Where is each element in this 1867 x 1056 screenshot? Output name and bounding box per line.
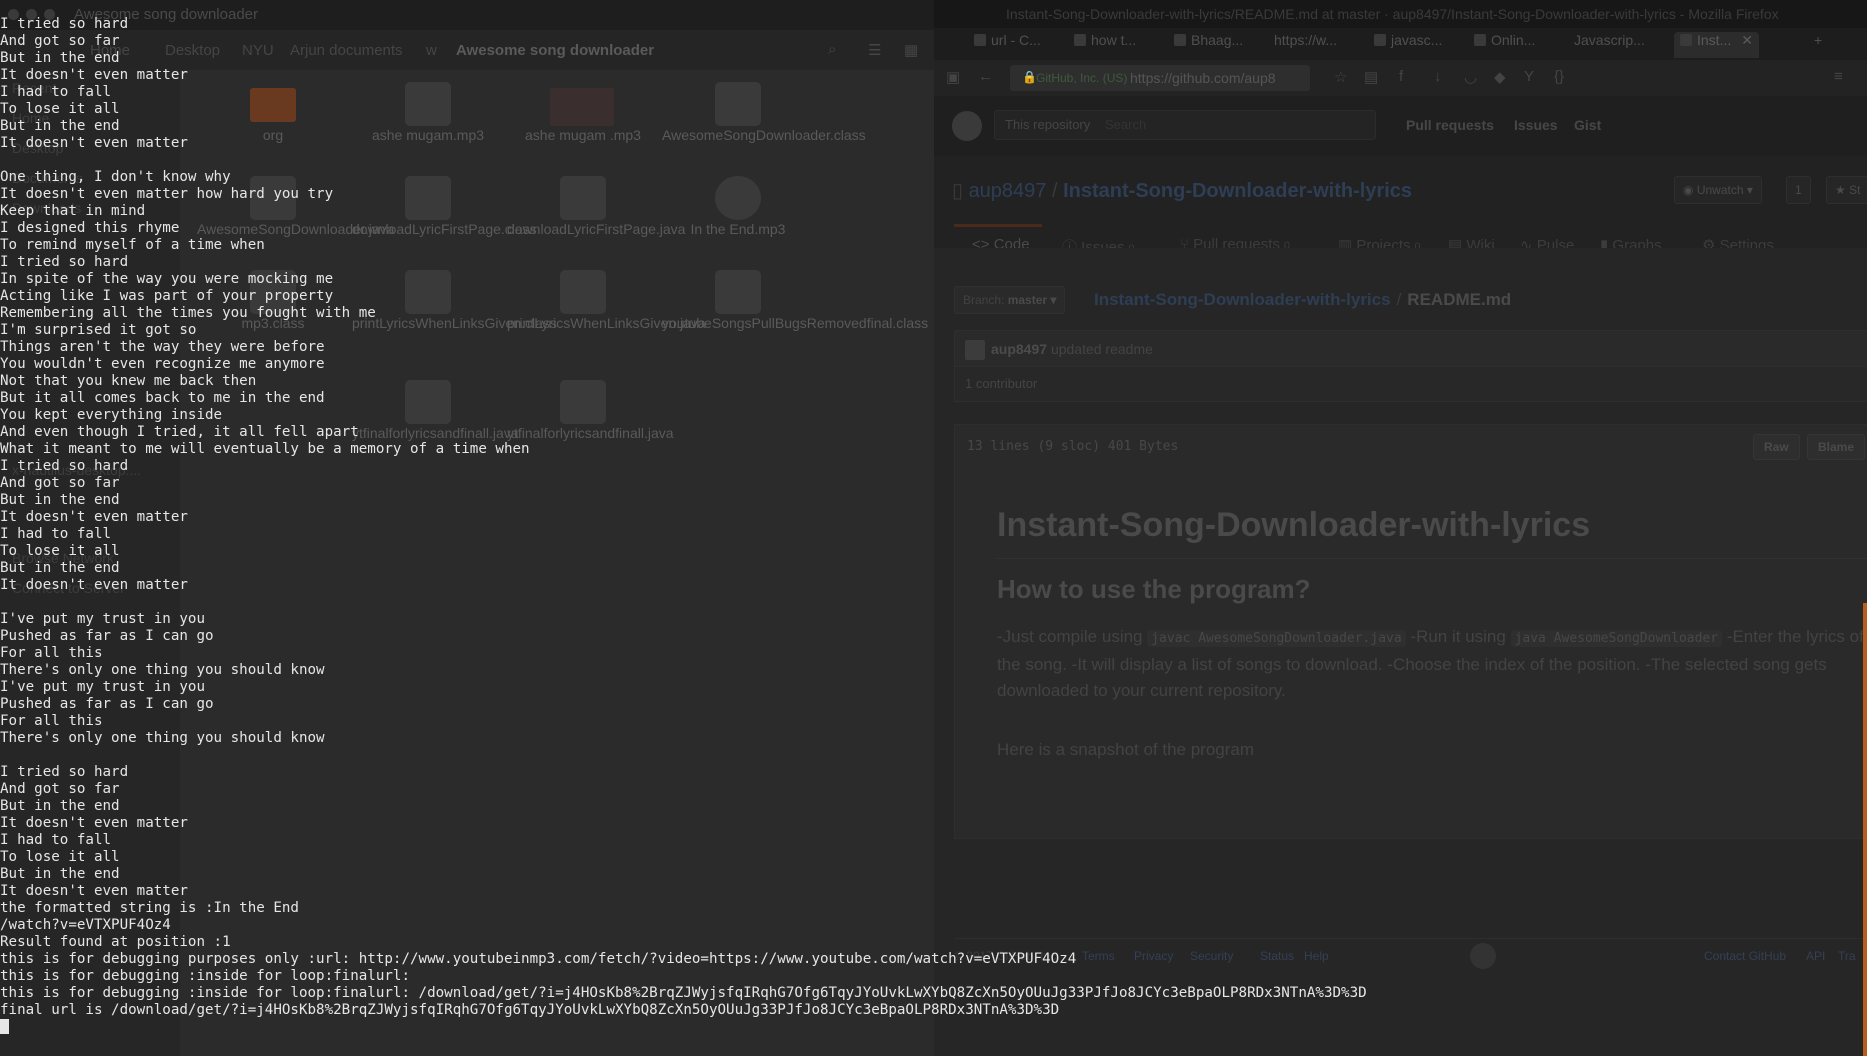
terminal-line: What it meant to me will eventually be a… [0, 441, 530, 457]
unwatch-label: Unwatch ▾ [1696, 183, 1753, 197]
terminal-line: And even though I tried, it all fell apa… [0, 424, 359, 440]
tab-label: Onlin... [1491, 32, 1536, 48]
json-icon[interactable]: {} [1554, 68, 1564, 85]
terminal-line: It doesn't even matter [0, 135, 188, 151]
terminal-line: For all this [0, 645, 103, 661]
terminal-line: I tried so hard [0, 458, 129, 474]
terminal-line: It doesn't even matter [0, 577, 188, 593]
terminal-line: Things aren't the way they were before [0, 339, 325, 355]
terminal-line: There's only one thing you should know [0, 730, 325, 746]
terminal-line: To remind myself of a time when [0, 237, 265, 253]
star-icon: ★ [1835, 183, 1850, 197]
terminal-line: Not that you knew me back then [0, 373, 257, 389]
browser-tab-active[interactable]: Inst... ✕ [1674, 32, 1759, 58]
terminal-line: I had to fall [0, 832, 112, 848]
terminal-line: final url is /download/get/?i=j4HOsKb8%2… [0, 1002, 1060, 1018]
nav-issues[interactable]: Issues [1514, 117, 1558, 133]
terminal-line: It doesn't even matter [0, 815, 188, 831]
terminal-line: I had to fall [0, 84, 112, 100]
inline-code: java AwesomeSongDownloader [1510, 630, 1723, 647]
star-button[interactable]: ★ St [1826, 176, 1867, 204]
terminal-line: You wouldn't even recognize me anymore [0, 356, 325, 372]
terminal-line: It doesn't even matter [0, 883, 188, 899]
terminal-line: For all this [0, 713, 103, 729]
terminal-line: It doesn't even matter [0, 509, 188, 525]
extension-icon[interactable]: ◆ [1494, 68, 1506, 86]
close-tab-icon[interactable]: ✕ [1741, 32, 1753, 48]
terminal-line: It doesn't even matter [0, 67, 188, 83]
blame-button[interactable]: Blame [1807, 434, 1866, 460]
watch-count[interactable]: 1 [1786, 176, 1811, 204]
terminal-cursor[interactable] [0, 1019, 9, 1034]
raw-button[interactable]: Raw [1753, 434, 1800, 460]
terminal-line: But in the end [0, 798, 120, 814]
terminal-line: Pushed as far as I can go [0, 628, 214, 644]
star-label: St [1849, 183, 1861, 197]
terminal-line: this is for debugging :inside for loop:f… [0, 985, 1367, 1001]
footer-link-api[interactable]: API [1806, 949, 1825, 963]
terminal-line: Remembering all the times you fought wit… [0, 305, 376, 321]
terminal-line: And got so far [0, 33, 120, 49]
terminal-line: Keep that in mind [0, 203, 146, 219]
terminal-line: You kept everything inside [0, 407, 223, 423]
terminal-line: In spite of the way you were mocking me [0, 271, 334, 287]
terminal-line: I tried so hard [0, 254, 129, 270]
terminal-line: Pushed as far as I can go [0, 696, 214, 712]
nav-gist[interactable]: Gist [1574, 117, 1601, 133]
terminal-line: And got so far [0, 781, 120, 797]
terminal-line: Acting like I was part of your property [0, 288, 334, 304]
terminal-line: I'm surprised it got so [0, 322, 197, 338]
terminal-line: But it all comes back to me in the end [0, 390, 325, 406]
browser-tab[interactable]: Javascrip... [1574, 32, 1645, 58]
terminal-line: One thing, I don't know why [0, 169, 231, 185]
terminal-line: But in the end [0, 560, 120, 576]
terminal-line: the formatted string is :In the End [0, 900, 299, 916]
terminal-line: But in the end [0, 118, 120, 134]
unwatch-button[interactable]: ◉ Unwatch ▾ [1674, 176, 1762, 204]
terminal-cursor-line[interactable] [0, 1019, 1480, 1036]
terminal-line: But in the end [0, 50, 120, 66]
browser-tab[interactable]: Onlin... [1474, 32, 1535, 58]
terminal-line: To lose it all [0, 849, 120, 865]
terminal-line: this is for debugging :inside for loop:f… [0, 968, 410, 984]
terminal-line: And got so far [0, 475, 120, 491]
scrollbar-edge[interactable] [1863, 603, 1867, 1056]
footer-link-training[interactable]: Tra [1838, 949, 1856, 963]
terminal-line: But in the end [0, 866, 120, 882]
terminal-line: this is for debugging purposes only :url… [0, 951, 1077, 967]
terminal-line: I had to fall [0, 526, 112, 542]
terminal-line: It doesn't even matter how hard you try [0, 186, 334, 202]
eye-icon: ◉ [1683, 183, 1697, 197]
tab-label: Javascrip... [1574, 32, 1645, 48]
terminal-line: I designed this rhyme [0, 220, 180, 236]
terminal-output[interactable]: I tried so hard And got so far But in th… [0, 16, 1480, 1056]
terminal-line: To lose it all [0, 543, 120, 559]
terminal-line: /watch?v=eVTXPUF4Oz4 [0, 917, 171, 933]
terminal-line: But in the end [0, 492, 120, 508]
github-icon [1680, 34, 1692, 46]
footer-link-contact[interactable]: Contact GitHub [1704, 949, 1786, 963]
new-tab-icon[interactable]: + [1814, 32, 1822, 58]
terminal-line: Result found at position :1 [0, 934, 231, 950]
tab-label: Inst... [1697, 32, 1732, 48]
terminal-line: I tried so hard [0, 764, 129, 780]
terminal-line: There's only one thing you should know [0, 662, 325, 678]
terminal-line: I've put my trust in you [0, 679, 205, 695]
terminal-line: I tried so hard [0, 16, 129, 32]
ycombinator-icon[interactable]: Y [1524, 68, 1534, 85]
terminal-line: To lose it all [0, 101, 120, 117]
menu-icon[interactable]: ≡ [1834, 68, 1843, 85]
terminal-line: I've put my trust in you [0, 611, 205, 627]
